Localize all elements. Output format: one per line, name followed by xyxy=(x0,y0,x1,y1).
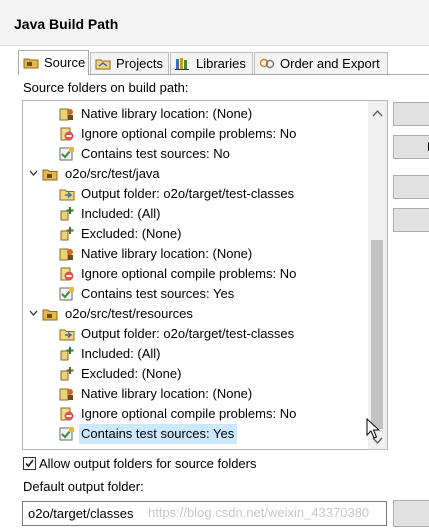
source-folder-icon xyxy=(42,306,58,322)
tree-row-label: Excluded: (None) xyxy=(81,226,182,241)
browse-button[interactable] xyxy=(393,500,429,527)
source-folders-tree[interactable]: Native library location: (None) Ignore o… xyxy=(22,100,388,450)
tree-row-label: Ignore optional compile problems: No xyxy=(81,406,297,421)
tree-row-label: Contains test sources: Yes xyxy=(79,424,238,444)
ignore-problems-icon xyxy=(59,406,75,422)
source-folders-label: Source folders on build path: xyxy=(23,80,189,95)
dialog-title: Java Build Path xyxy=(14,16,119,32)
test-sources-icon xyxy=(59,146,75,162)
included-icon xyxy=(59,346,75,362)
tab-libraries[interactable]: Libraries xyxy=(170,52,253,74)
tree-row-label: Included: (All) xyxy=(81,346,161,361)
chevron-down-icon[interactable] xyxy=(29,310,38,316)
tree-row-label: o2o/src/test/java xyxy=(65,166,160,181)
checkmark-icon xyxy=(25,459,34,468)
native-library-icon xyxy=(59,386,75,402)
tree-row-label: Included: (All) xyxy=(81,206,161,221)
scrollbar-thumb[interactable] xyxy=(371,240,383,429)
order-export-tab-icon xyxy=(259,58,275,69)
excluded-icon xyxy=(59,226,75,242)
allow-output-folders-label: Allow output folders for source folders xyxy=(39,456,257,471)
native-library-icon xyxy=(59,106,75,122)
tab-projects-label: Projects xyxy=(116,56,163,71)
tab-source-label: Source xyxy=(44,55,86,70)
chevron-down-icon[interactable] xyxy=(29,170,38,176)
side-button-2[interactable]: L xyxy=(393,135,429,159)
tree-row-label: Contains test sources: No xyxy=(81,146,230,161)
mouse-cursor-icon xyxy=(366,418,380,439)
output-folder-icon xyxy=(59,186,75,202)
scroll-up-icon[interactable] xyxy=(372,109,383,117)
ignore-problems-icon xyxy=(59,126,75,142)
tree-row-label: Contains test sources: Yes xyxy=(81,286,235,301)
tree-row-label: Native library location: (None) xyxy=(81,246,253,261)
tree-row-label: Output folder: o2o/target/test-classes xyxy=(81,326,295,341)
test-sources-icon xyxy=(59,286,75,302)
tree-row-label: Ignore optional compile problems: No xyxy=(81,126,297,141)
output-folder-icon xyxy=(59,326,75,342)
source-tab-icon xyxy=(23,58,39,69)
ignore-problems-icon xyxy=(59,266,75,282)
tab-source[interactable]: Source xyxy=(18,50,89,75)
side-button-1[interactable] xyxy=(393,102,429,126)
tree-row-label: Excluded: (None) xyxy=(81,366,182,381)
tab-order-export[interactable]: Order and Export xyxy=(254,52,388,74)
allow-output-folders-checkbox[interactable] xyxy=(23,457,36,470)
tab-libraries-label: Libraries xyxy=(196,56,246,71)
native-library-icon xyxy=(59,246,75,262)
test-sources-icon xyxy=(59,426,75,442)
tab-projects[interactable]: Projects xyxy=(90,52,169,74)
tree-row-label: o2o/src/test/resources xyxy=(65,306,193,321)
tree-scrollbar[interactable] xyxy=(368,101,387,449)
side-button-4[interactable] xyxy=(393,208,429,232)
tab-order-export-label: Order and Export xyxy=(280,56,380,71)
tree-row-label: Native library location: (None) xyxy=(81,106,253,121)
dialog-title-bar: Java Build Path xyxy=(0,0,429,46)
tree-row-label: Output folder: o2o/target/test-classes xyxy=(81,186,295,201)
watermark: https://blog.csdn.net/weixin_43370380 xyxy=(148,505,370,520)
tree-row-label: Ignore optional compile problems: No xyxy=(81,266,297,281)
libraries-tab-icon xyxy=(175,58,189,70)
included-icon xyxy=(59,206,75,222)
side-button-3[interactable] xyxy=(393,175,429,199)
source-folder-icon xyxy=(42,166,58,182)
tree-row-label: Native library location: (None) xyxy=(81,386,253,401)
excluded-icon xyxy=(59,366,75,382)
default-output-folder-label: Default output folder: xyxy=(23,479,144,494)
projects-tab-icon xyxy=(95,59,111,70)
